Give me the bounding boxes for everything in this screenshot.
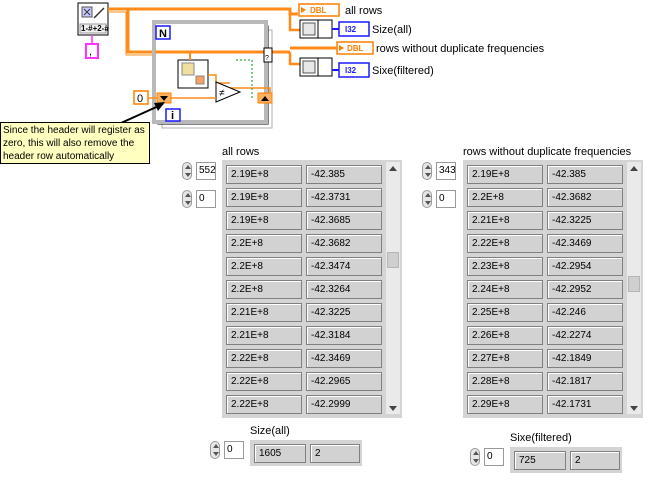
scroll-thumb[interactable] <box>628 276 640 292</box>
panel-label-all-rows: all rows <box>222 146 260 158</box>
array-cell: 2.19E+8 <box>226 188 302 207</box>
i32-badge-all: I32 <box>345 25 357 34</box>
scroll-down-icon[interactable] <box>389 406 397 411</box>
scrollbar-filtered[interactable] <box>627 162 641 414</box>
dbl-badge-all: DBL <box>310 6 327 15</box>
array-cell: -42.2965 <box>306 372 382 391</box>
array-cell: 2.21E+8 <box>226 326 302 345</box>
array-cell: 2.29E+8 <box>467 395 543 414</box>
array-cell: -42.1731 <box>547 395 623 414</box>
index-row-filtered[interactable]: 343 <box>436 162 456 180</box>
array-cell: 2.2E+8 <box>467 188 543 207</box>
array-cell: -42.1849 <box>547 349 623 368</box>
index-spinner-col-all[interactable] <box>182 190 192 208</box>
size-all-value-0: 1605 <box>254 444 306 463</box>
array-cell: -42.3685 <box>306 211 382 230</box>
scroll-thumb[interactable] <box>387 252 399 268</box>
array-cell: -42.3469 <box>547 234 623 253</box>
array-cell: -42.3184 <box>306 326 382 345</box>
array-cell: 2.22E+8 <box>226 395 302 414</box>
array-cell: -42.3682 <box>306 234 382 253</box>
array-cell: -42.3731 <box>306 188 382 207</box>
array-cell: 2.19E+8 <box>226 165 302 184</box>
loop-n-label: N <box>159 28 167 40</box>
index-spinner-row-filtered[interactable] <box>422 162 432 180</box>
array-cell: -42.3225 <box>306 303 382 322</box>
array-cell: -42.3225 <box>547 211 623 230</box>
array-cell: -42.2954 <box>547 257 623 276</box>
svg-text:≠: ≠ <box>219 88 225 99</box>
size-filtered-value-1: 2 <box>570 451 620 470</box>
array-cell: 2.2E+8 <box>226 257 302 276</box>
indicator-label-size-all: Size(all) <box>372 24 412 36</box>
loop-i-label: i <box>171 110 174 122</box>
size-filtered-label: Sixe(filtered) <box>510 432 572 444</box>
comment-note: Since the header will register as zero, … <box>0 122 150 164</box>
array-cell: -42.2999 <box>306 395 382 414</box>
scroll-up-icon[interactable] <box>630 166 638 171</box>
array-cell: 2.22E+8 <box>226 349 302 368</box>
size-filtered-index[interactable]: 0 <box>484 448 504 466</box>
index-spinner-col-filtered[interactable] <box>422 190 432 208</box>
scroll-down-icon[interactable] <box>630 406 638 411</box>
size-all-value-1: 2 <box>310 444 360 463</box>
array-cell: 2.23E+8 <box>467 257 543 276</box>
header-icon-text: 1-#+2-# <box>81 24 109 33</box>
array-cell: -42.2274 <box>547 326 623 345</box>
array-cell: 2.2E+8 <box>226 234 302 253</box>
array-cell: 2.19E+8 <box>467 165 543 184</box>
array-cell: -42.3682 <box>547 188 623 207</box>
array-cell: 2.25E+8 <box>467 303 543 322</box>
indicator-label-size-filtered: Sixe(filtered) <box>372 65 434 77</box>
array-cell: -42.2952 <box>547 280 623 299</box>
size-all-label: Size(all) <box>250 425 290 437</box>
array-cell: -42.385 <box>306 165 382 184</box>
dbl-badge-filtered: DBL <box>347 44 364 53</box>
index-col-all[interactable]: 0 <box>196 190 216 208</box>
array-cell: -42.3264 <box>306 280 382 299</box>
zero-const-text: 0 <box>137 93 143 105</box>
array-cell: 2.26E+8 <box>467 326 543 345</box>
array-cell: 2.22E+8 <box>467 234 543 253</box>
svg-text:?: ? <box>265 55 269 62</box>
indicator-label-filtered: rows without duplicate frequencies <box>376 43 545 55</box>
delimiter-text: , <box>89 46 92 58</box>
array-cell: 2.21E+8 <box>226 303 302 322</box>
array-cell: 2.28E+8 <box>467 372 543 391</box>
read-spreadsheet-icon[interactable]: 1-#+2-# <box>77 2 109 36</box>
array-cell: 2.19E+8 <box>226 211 302 230</box>
index-col-filtered[interactable]: 0 <box>436 190 456 208</box>
array-cell: -42.385 <box>547 165 623 184</box>
array-cell: 2.27E+8 <box>467 349 543 368</box>
array-cell: -42.246 <box>547 303 623 322</box>
scroll-up-icon[interactable] <box>389 166 397 171</box>
array-cell: 2.24E+8 <box>467 280 543 299</box>
size-all-index[interactable]: 0 <box>224 441 244 459</box>
i32-badge-filtered: I32 <box>345 66 357 75</box>
panel-label-filtered: rows without duplicate frequencies <box>463 146 632 158</box>
size-all-spinner[interactable] <box>210 441 220 459</box>
array-cell: 2.21E+8 <box>467 211 543 230</box>
array-cell: -42.1817 <box>547 372 623 391</box>
array-cell: -42.3474 <box>306 257 382 276</box>
array-cell: -42.3469 <box>306 349 382 368</box>
size-filtered-value-0: 725 <box>514 451 566 470</box>
array-cell: 2.2E+8 <box>226 280 302 299</box>
size-filtered-spinner[interactable] <box>470 448 480 466</box>
index-row-all[interactable]: 552 <box>196 162 216 180</box>
scrollbar-all[interactable] <box>386 162 400 414</box>
array-cell: 2.22E+8 <box>226 372 302 391</box>
indicator-label-all-rows: all rows <box>345 5 383 17</box>
index-spinner-row-all[interactable] <box>182 162 192 180</box>
